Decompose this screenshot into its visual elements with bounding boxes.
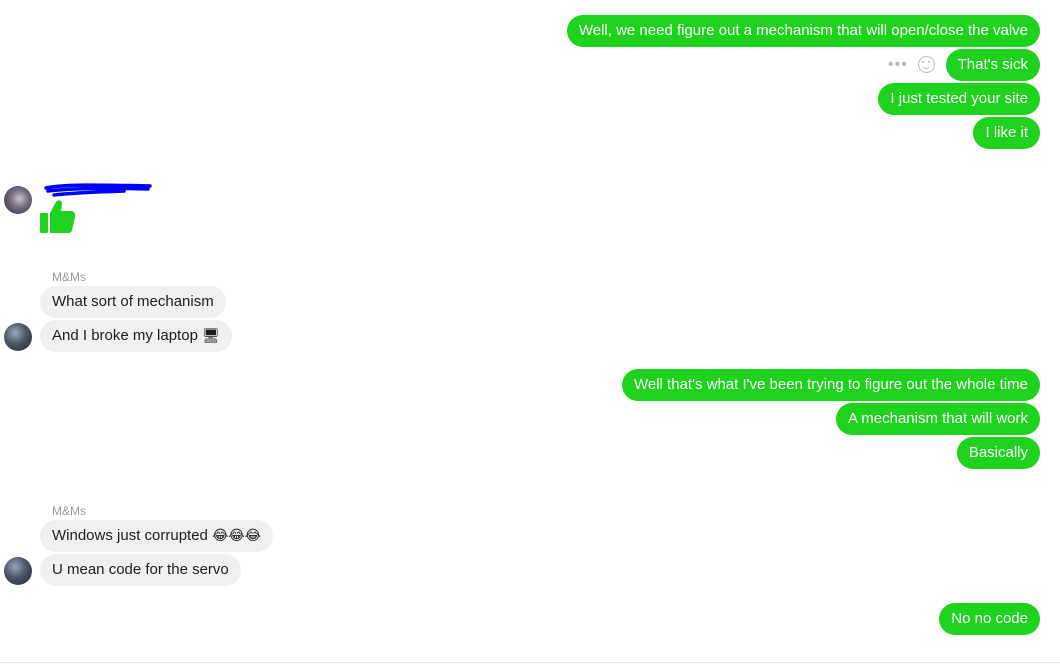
message-text: Windows just corrupted — [52, 527, 208, 544]
sender-name: M&Ms — [52, 504, 86, 518]
redacted-name-scribble — [44, 183, 152, 197]
outgoing-message[interactable]: That's sick — [945, 49, 1040, 81]
avatar[interactable] — [4, 323, 32, 351]
more-dots-icon[interactable]: ••• — [888, 56, 908, 73]
composer-divider — [0, 662, 1060, 663]
computer-emoji: 🖥 — [202, 328, 220, 344]
outgoing-message[interactable]: A mechanism that will work — [835, 403, 1040, 435]
incoming-message[interactable]: And I broke my laptop 🖥 — [40, 320, 232, 352]
outgoing-message[interactable]: Well, we need figure out a mechanism tha… — [566, 15, 1040, 47]
smiley-icon[interactable] — [917, 56, 935, 73]
message-hover-actions: ••• — [888, 56, 935, 73]
outgoing-message[interactable]: Well that's what I've been trying to fig… — [622, 369, 1040, 401]
sender-name: M&Ms — [52, 270, 86, 284]
outgoing-message[interactable]: No no code — [939, 603, 1040, 635]
incoming-message[interactable]: Windows just corrupted 😂😂😂 — [40, 520, 274, 552]
outgoing-message[interactable]: I just tested your site — [878, 83, 1040, 115]
message-text: And I broke my laptop — [52, 327, 198, 344]
laughing-emoji: 😂😂😂 — [212, 528, 262, 544]
outgoing-message[interactable]: Basically — [956, 437, 1040, 469]
avatar[interactable] — [4, 186, 32, 214]
incoming-message[interactable]: What sort of mechanism — [40, 286, 226, 318]
incoming-message[interactable]: U mean code for the servo — [40, 554, 241, 586]
thumbs-up-icon[interactable] — [38, 198, 76, 236]
avatar[interactable] — [4, 557, 32, 585]
outgoing-message[interactable]: I like it — [973, 117, 1040, 149]
